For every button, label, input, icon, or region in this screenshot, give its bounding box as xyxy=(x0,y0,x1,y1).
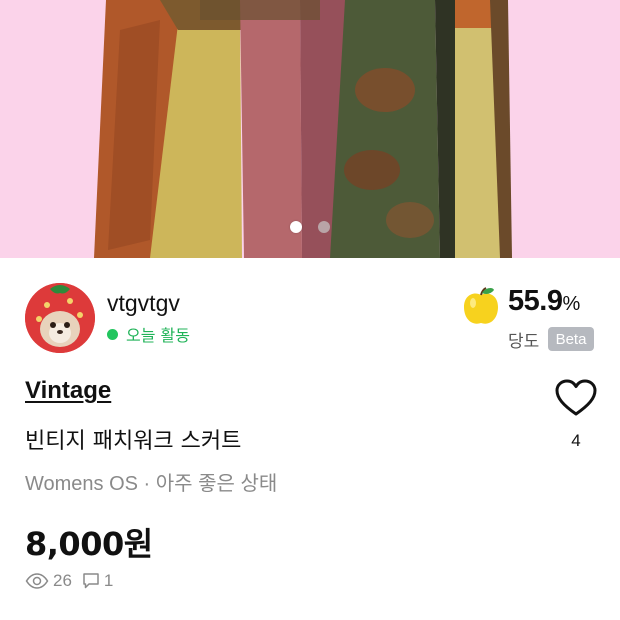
carousel-indicator xyxy=(0,221,620,233)
yellow-apple-icon xyxy=(464,287,498,324)
carousel-dot-active[interactable] xyxy=(290,221,302,233)
like-count: 4 xyxy=(571,431,581,450)
like-button[interactable] xyxy=(553,378,599,418)
view-count: 26 xyxy=(53,571,72,590)
product-title: 빈티지 패치워크 스커트 xyxy=(25,429,242,454)
sweetness-value: 55.9% xyxy=(508,285,580,317)
sweetness-score[interactable]: 55.9% xyxy=(460,285,600,325)
carousel-dot[interactable] xyxy=(318,221,330,233)
online-status-dot-icon xyxy=(107,328,118,340)
product-price: 8,000원 xyxy=(25,525,153,563)
beta-badge: Beta xyxy=(548,327,594,351)
seller-avatar[interactable] xyxy=(25,283,95,353)
activity-label: 오늘 활동 xyxy=(126,326,190,345)
product-size-condition: Womens OS · 아주 좋은 상태 xyxy=(25,473,278,495)
product-photo xyxy=(94,0,512,258)
comment-icon xyxy=(83,573,99,589)
brand-link[interactable]: Vintage xyxy=(25,377,111,405)
activity-status: 오늘 활동 xyxy=(107,322,190,346)
seller-name[interactable]: vtgvtgv xyxy=(107,290,180,317)
eye-icon xyxy=(25,573,49,589)
heart-outline-icon xyxy=(555,379,597,416)
sweetness-label: 당도 xyxy=(508,332,540,352)
view-comment-stats: 26 1 xyxy=(25,571,123,591)
product-image-carousel[interactable] xyxy=(0,0,620,258)
comment-count: 1 xyxy=(103,571,114,590)
